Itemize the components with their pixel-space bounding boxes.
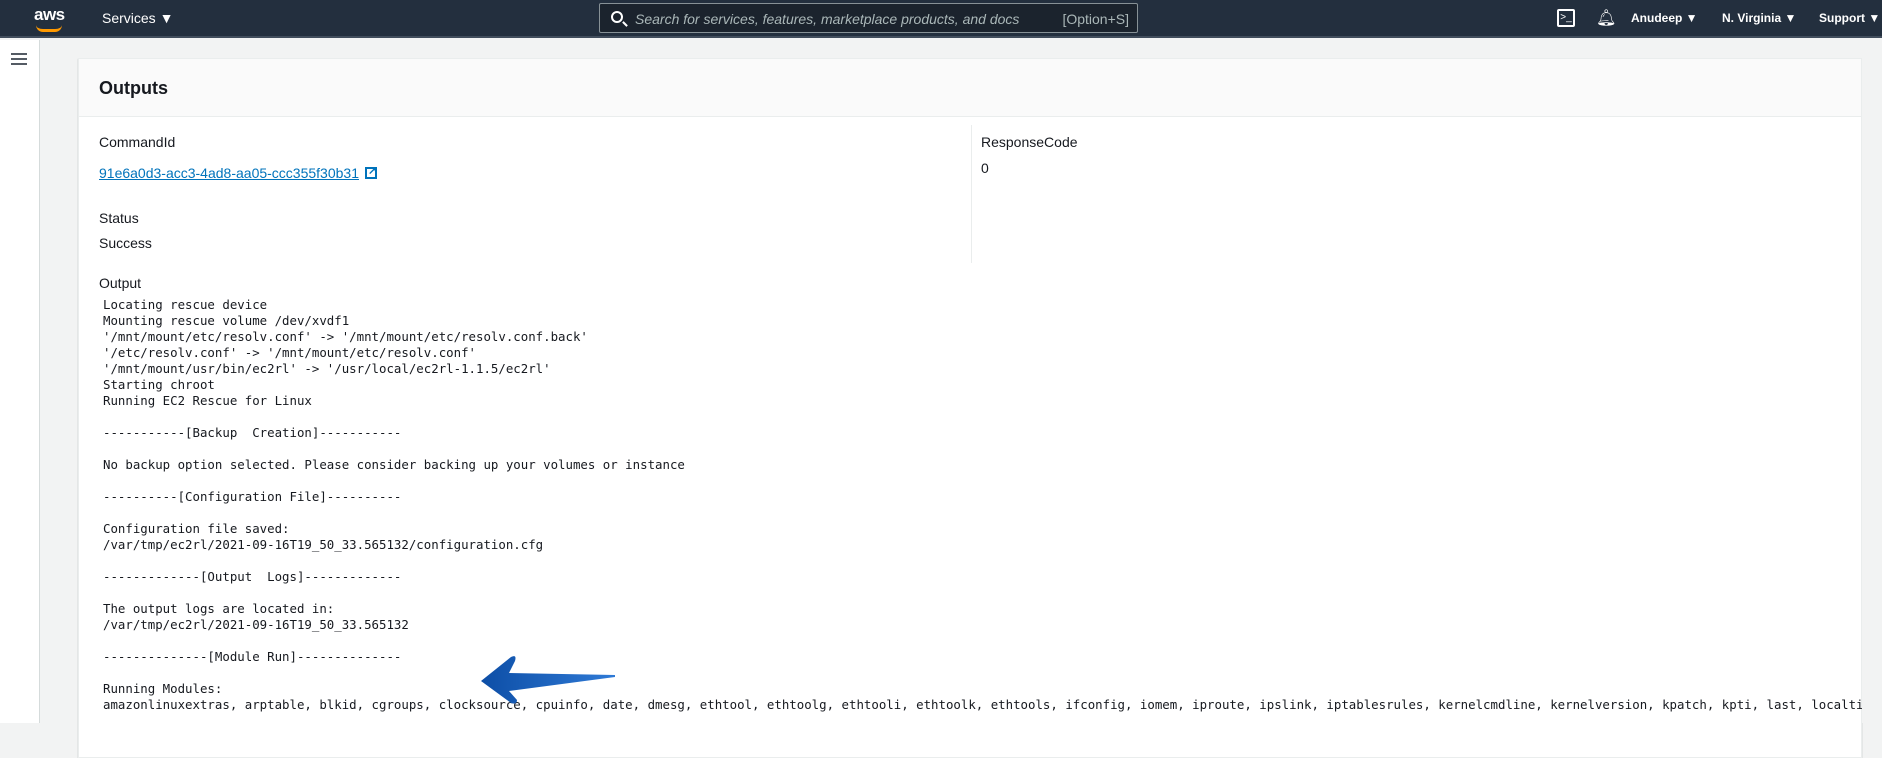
side-navigation: [0, 40, 40, 723]
cloudshell-icon[interactable]: >_: [1557, 9, 1575, 27]
command-output-text: Locating rescue device Mounting rescue v…: [103, 297, 1882, 712]
notifications-bell-icon[interactable]: 🔔︎: [1596, 8, 1616, 28]
column-divider: [971, 125, 972, 263]
panel-title: Outputs: [99, 78, 168, 98]
output-label: Output: [99, 275, 142, 291]
annotation-arrow-icon: [481, 656, 615, 704]
search-icon: [611, 11, 623, 23]
region-menu[interactable]: N. Virginia ▼: [1722, 11, 1796, 25]
status-label: Status: [99, 210, 139, 226]
top-navigation-bar: aws Services ▼ Search for services, feat…: [0, 0, 1882, 38]
search-shortcut: [Option+S]: [1062, 11, 1129, 27]
aws-logo[interactable]: aws: [34, 5, 65, 32]
search-input[interactable]: Search for services, features, marketpla…: [599, 3, 1138, 33]
page-scrollbar[interactable]: [1862, 40, 1882, 723]
command-id-label: CommandId: [99, 134, 176, 150]
search-placeholder: Search for services, features, marketpla…: [635, 11, 1020, 27]
response-code-value: 0: [981, 160, 989, 176]
status-value: Success: [99, 235, 152, 251]
services-menu[interactable]: Services ▼: [102, 10, 173, 26]
panel-header: Outputs: [79, 59, 1861, 117]
outputs-panel: Outputs CommandId 91e6a0d3-acc3-4ad8-aa0…: [78, 58, 1882, 758]
logo-text: aws: [34, 5, 65, 24]
external-link-icon[interactable]: [364, 164, 377, 179]
response-code-label: ResponseCode: [981, 134, 1078, 150]
hamburger-menu-icon[interactable]: [11, 53, 27, 65]
aws-smile-icon: [36, 25, 62, 32]
command-id-value: 91e6a0d3-acc3-4ad8-aa05-ccc355f30b31: [99, 164, 377, 181]
account-menu[interactable]: Anudeep ▼: [1631, 11, 1698, 25]
command-id-link[interactable]: 91e6a0d3-acc3-4ad8-aa05-ccc355f30b31: [99, 165, 359, 181]
support-menu[interactable]: Support ▼: [1819, 11, 1880, 25]
